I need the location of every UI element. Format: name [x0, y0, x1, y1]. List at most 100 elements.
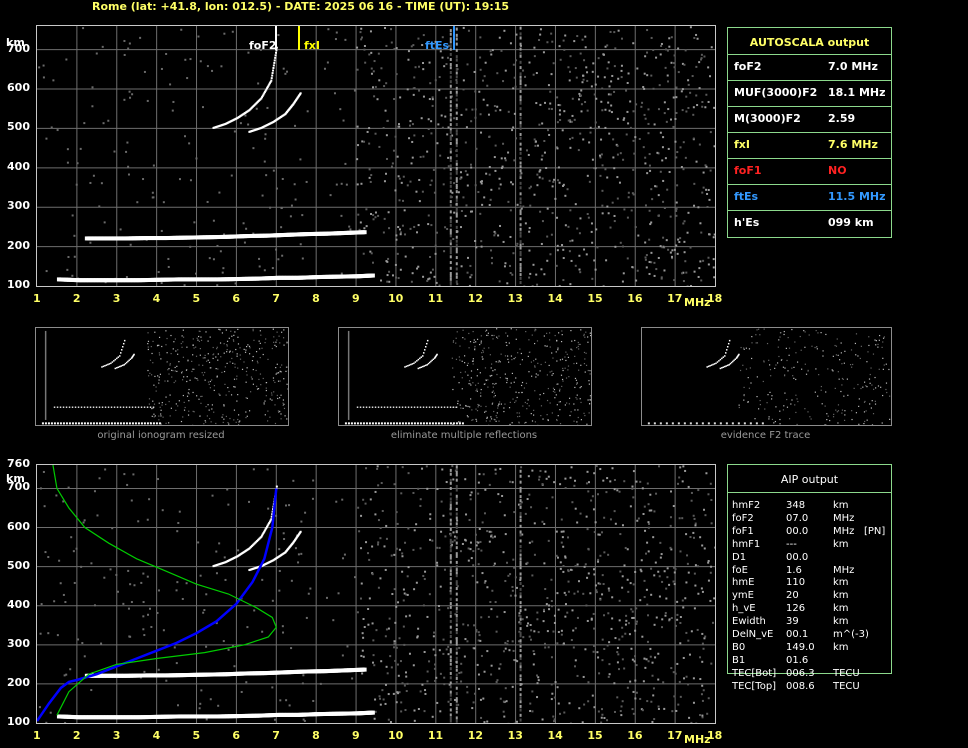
aip-param-unit: km — [833, 603, 849, 615]
ionogram-top-svg — [37, 26, 715, 286]
x-tick-label: 8 — [312, 292, 320, 305]
x-tick-label: 10 — [387, 292, 404, 305]
y-tick-label: 500 — [7, 558, 30, 572]
trace-point — [362, 230, 367, 235]
autoscala-param-name: foF2 — [734, 60, 762, 73]
x-tick-label: 13 — [507, 729, 523, 742]
aip-param-value: 126 — [786, 603, 806, 615]
page-title: Rome (lat: +41.8, lon: 012.5) - DATE: 20… — [92, 0, 510, 13]
y-tick-label: 760 — [7, 457, 30, 470]
x-tick-label: 4 — [152, 729, 161, 742]
autoscala-param-value: 7.0 MHz — [828, 60, 878, 73]
aip-param-name: hmF1 — [732, 538, 761, 550]
trace-point — [273, 61, 276, 64]
trace-E-layer — [56, 273, 375, 283]
aip-param-unit: km — [833, 500, 849, 511]
grid — [37, 26, 715, 286]
autoscala-param-name: ftEs — [734, 190, 759, 203]
trace-F2-X-trace — [248, 530, 302, 572]
y-tick-label: 700 — [7, 41, 30, 55]
autoscala-row: h'Es 099 km — [728, 210, 891, 237]
ftEs-marker-line — [453, 26, 455, 50]
aip-param-unit: km — [833, 616, 849, 628]
aip-param-unit: TECU — [833, 680, 860, 692]
x-tick-label: 11 — [427, 292, 444, 305]
aip-param-value: 008.6 — [786, 680, 815, 692]
aip-param-value: 348 — [786, 500, 806, 511]
fxI-marker-label: fxI — [304, 39, 320, 52]
x-tick-label: 17 — [667, 292, 683, 305]
y-tick-label: 400 — [7, 597, 30, 611]
trace-point — [270, 77, 273, 80]
x-unit-bottom: MHz — [684, 733, 711, 746]
fxI-marker-line — [298, 26, 300, 50]
x-tick-label: 12 — [467, 292, 484, 305]
aip-param-name: D1 — [732, 551, 747, 563]
aip-param-name: foF2 — [732, 512, 754, 524]
aip-param-name: ymE — [732, 590, 754, 602]
caption-evidence: evidence F2 trace — [720, 430, 811, 441]
y-tick-label: 600 — [7, 81, 30, 95]
autoscala-param-value: NO — [828, 164, 847, 177]
x-tick-label: 16 — [627, 292, 643, 305]
caption-eliminate: eliminate multiple reflections — [390, 430, 538, 441]
grid — [37, 465, 715, 723]
foF2-marker-line — [275, 26, 277, 50]
aip-param-value: 00.1 — [786, 629, 809, 640]
trace-E-layer — [56, 710, 375, 720]
trace-point — [273, 59, 276, 62]
thumbnail-original — [35, 327, 289, 426]
x-tick-label: 1 — [33, 729, 41, 742]
aip-param-value: 149.0 — [786, 641, 815, 653]
ionogram-top-plot — [36, 25, 716, 287]
autoscala-param-value: 18.1 MHz — [828, 86, 886, 99]
autoscala-param-value: 099 km — [828, 216, 874, 229]
trace-point — [274, 56, 277, 59]
x-tick-label: 6 — [232, 292, 241, 305]
aip-param-value: 1.6 — [786, 564, 802, 576]
trace-point — [272, 66, 275, 69]
thumbnail-evidence — [641, 327, 892, 426]
autoscala-param-name: h'Es — [734, 216, 760, 229]
aip-param-value: 00.0 — [786, 525, 809, 537]
x-tick-label: 17 — [667, 729, 683, 742]
interference-streak — [455, 27, 458, 284]
autoscala-row: MUF(3000)F2 18.1 MHz — [728, 80, 891, 107]
x-tick-label: 7 — [272, 292, 280, 305]
aip-param-unit: km — [833, 538, 849, 550]
autoscala-param-value: 2.59 — [828, 112, 856, 125]
x-tick-label: 9 — [352, 729, 360, 742]
autoscala-title: AUTOSCALA output — [749, 36, 870, 49]
trace-point — [271, 74, 274, 77]
aip-param-name: TEC[Top] — [732, 680, 777, 692]
aip-param-name: hmE — [732, 577, 755, 589]
autoscala-row: foF1 NO — [728, 158, 891, 185]
autoscala-param-name: foF1 — [734, 164, 762, 177]
trace-point — [299, 92, 302, 95]
x-tick-label: 9 — [352, 292, 360, 305]
trace-point — [370, 710, 375, 715]
autoscala-row: fxI 7.6 MHz — [728, 132, 891, 159]
interference-streak — [519, 469, 522, 722]
x-tick-label: 3 — [112, 292, 121, 305]
trace-point — [275, 485, 278, 488]
thumbnail-eliminate — [338, 327, 592, 426]
ftEs-marker-label: ftEs — [425, 39, 450, 52]
autoscala-param-name: fxI — [734, 138, 750, 151]
x-tick-label: 13 — [507, 292, 523, 305]
y-tick-label: 600 — [7, 519, 30, 533]
x-tick-label: 2 — [72, 292, 81, 305]
autoscala-row: M(3000)F2 2.59 — [728, 106, 891, 133]
aip-param-value: 20 — [786, 590, 799, 602]
x-tick-label: 15 — [587, 729, 603, 742]
aip-param-flag: [PN] — [864, 525, 886, 537]
x-tick-label: 4 — [152, 292, 161, 305]
ionogram-bottom-svg — [37, 465, 715, 723]
autoscala-param-name: MUF(3000)F2 — [734, 86, 818, 99]
trace-point — [270, 79, 273, 82]
y-tick-label: 200 — [7, 675, 30, 689]
aip-param-unit: TECU — [833, 667, 860, 679]
x-tick-label: 7 — [272, 729, 280, 742]
x-tick-label: 2 — [72, 729, 81, 742]
aip-param-name: B1 — [732, 654, 746, 666]
